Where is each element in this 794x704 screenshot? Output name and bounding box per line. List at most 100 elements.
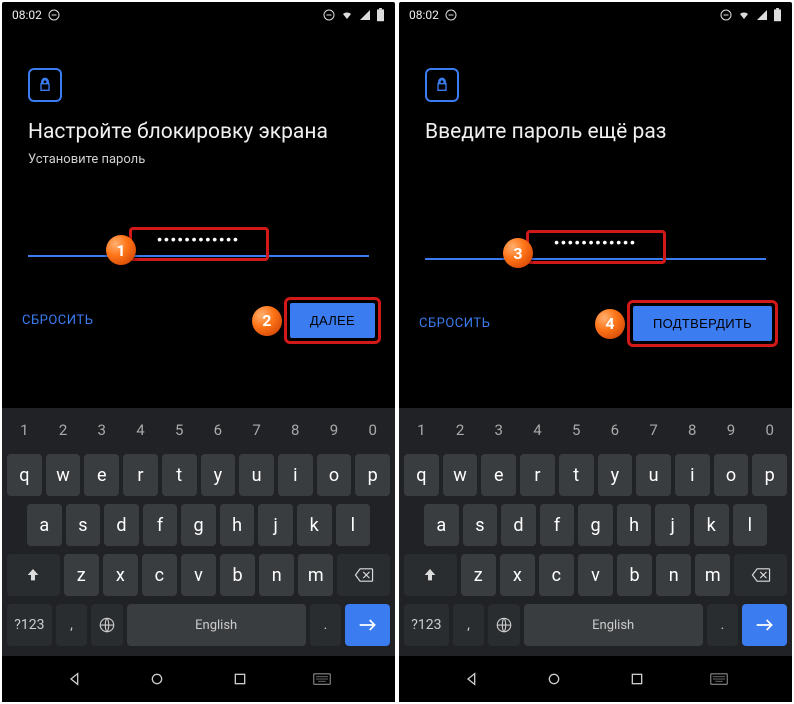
- key-j[interactable]: j: [655, 504, 690, 546]
- key-m[interactable]: m: [298, 554, 333, 596]
- key-2[interactable]: 2: [443, 414, 478, 446]
- key-b[interactable]: b: [617, 554, 652, 596]
- key-g[interactable]: g: [578, 504, 613, 546]
- key-z[interactable]: z: [64, 554, 99, 596]
- reset-button[interactable]: СБРОСИТЬ: [419, 316, 490, 331]
- keyboard[interactable]: 1234567890 qwertyuiop asdfghjkl zxcvbnm …: [399, 408, 792, 656]
- key-u[interactable]: u: [636, 454, 671, 496]
- password-input[interactable]: [425, 228, 766, 260]
- key-k[interactable]: k: [297, 504, 332, 546]
- key-i[interactable]: i: [675, 454, 710, 496]
- key-h[interactable]: h: [617, 504, 652, 546]
- password-input[interactable]: [28, 225, 369, 257]
- nav-keyboard-icon[interactable]: [312, 669, 332, 689]
- key-x[interactable]: x: [103, 554, 138, 596]
- key-s[interactable]: s: [463, 504, 498, 546]
- nav-keyboard-icon[interactable]: [709, 669, 729, 689]
- key-z[interactable]: z: [461, 554, 496, 596]
- confirm-button[interactable]: ПОДТВЕРДИТЬ: [633, 306, 772, 341]
- language-key[interactable]: [91, 604, 122, 646]
- key-d[interactable]: d: [501, 504, 536, 546]
- key-0[interactable]: 0: [355, 414, 390, 446]
- key-8[interactable]: 8: [278, 414, 313, 446]
- key-y[interactable]: y: [201, 454, 236, 496]
- key-0[interactable]: 0: [752, 414, 787, 446]
- next-button[interactable]: ДАЛЕЕ: [290, 303, 375, 338]
- keyboard[interactable]: 1234567890 qwertyuiop asdfghjkl zxcvbnm …: [2, 408, 395, 656]
- key-9[interactable]: 9: [317, 414, 352, 446]
- key-4[interactable]: 4: [520, 414, 555, 446]
- key-x[interactable]: x: [500, 554, 535, 596]
- key-v[interactable]: v: [578, 554, 613, 596]
- key-p[interactable]: p: [355, 454, 390, 496]
- key-5[interactable]: 5: [162, 414, 197, 446]
- key-b[interactable]: b: [220, 554, 255, 596]
- key-r[interactable]: r: [520, 454, 555, 496]
- key-n[interactable]: n: [656, 554, 691, 596]
- key-c[interactable]: c: [539, 554, 574, 596]
- key-2[interactable]: 2: [46, 414, 81, 446]
- key-6[interactable]: 6: [201, 414, 236, 446]
- key-f[interactable]: f: [540, 504, 575, 546]
- shift-key[interactable]: [404, 554, 457, 596]
- reset-button[interactable]: СБРОСИТЬ: [22, 313, 93, 328]
- period-key[interactable]: .: [310, 604, 341, 646]
- key-3[interactable]: 3: [84, 414, 119, 446]
- nav-back-icon[interactable]: [462, 669, 482, 689]
- key-w[interactable]: w: [443, 454, 478, 496]
- spacebar-key[interactable]: English: [127, 604, 306, 646]
- key-l[interactable]: l: [336, 504, 371, 546]
- enter-key[interactable]: [742, 604, 787, 646]
- key-v[interactable]: v: [181, 554, 216, 596]
- key-f[interactable]: f: [143, 504, 178, 546]
- nav-recent-icon[interactable]: [627, 669, 647, 689]
- key-y[interactable]: y: [598, 454, 633, 496]
- spacebar-key[interactable]: English: [524, 604, 703, 646]
- key-q[interactable]: q: [7, 454, 42, 496]
- key-8[interactable]: 8: [675, 414, 710, 446]
- key-e[interactable]: e: [84, 454, 119, 496]
- key-l[interactable]: l: [733, 504, 768, 546]
- key-7[interactable]: 7: [636, 414, 671, 446]
- key-c[interactable]: c: [142, 554, 177, 596]
- shift-key[interactable]: [7, 554, 60, 596]
- key-d[interactable]: d: [104, 504, 139, 546]
- key-r[interactable]: r: [123, 454, 158, 496]
- symbols-key[interactable]: ?123: [7, 604, 52, 646]
- key-n[interactable]: n: [259, 554, 294, 596]
- key-1[interactable]: 1: [7, 414, 42, 446]
- key-o[interactable]: o: [317, 454, 352, 496]
- key-j[interactable]: j: [258, 504, 293, 546]
- comma-key[interactable]: ,: [56, 604, 87, 646]
- key-w[interactable]: w: [46, 454, 81, 496]
- key-t[interactable]: t: [559, 454, 594, 496]
- key-6[interactable]: 6: [598, 414, 633, 446]
- key-a[interactable]: a: [424, 504, 459, 546]
- key-u[interactable]: u: [239, 454, 274, 496]
- key-9[interactable]: 9: [714, 414, 749, 446]
- key-t[interactable]: t: [162, 454, 197, 496]
- key-m[interactable]: m: [695, 554, 730, 596]
- key-q[interactable]: q: [404, 454, 439, 496]
- backspace-key[interactable]: [337, 554, 390, 596]
- key-k[interactable]: k: [694, 504, 729, 546]
- comma-key[interactable]: ,: [453, 604, 484, 646]
- key-h[interactable]: h: [220, 504, 255, 546]
- key-i[interactable]: i: [278, 454, 313, 496]
- key-3[interactable]: 3: [481, 414, 516, 446]
- key-p[interactable]: p: [752, 454, 787, 496]
- key-e[interactable]: e: [481, 454, 516, 496]
- key-s[interactable]: s: [66, 504, 101, 546]
- nav-home-icon[interactable]: [544, 669, 564, 689]
- key-7[interactable]: 7: [239, 414, 274, 446]
- key-1[interactable]: 1: [404, 414, 439, 446]
- enter-key[interactable]: [345, 604, 390, 646]
- key-4[interactable]: 4: [123, 414, 158, 446]
- key-o[interactable]: o: [714, 454, 749, 496]
- key-g[interactable]: g: [181, 504, 216, 546]
- symbols-key[interactable]: ?123: [404, 604, 449, 646]
- nav-recent-icon[interactable]: [230, 669, 250, 689]
- period-key[interactable]: .: [707, 604, 738, 646]
- backspace-key[interactable]: [734, 554, 787, 596]
- language-key[interactable]: [488, 604, 519, 646]
